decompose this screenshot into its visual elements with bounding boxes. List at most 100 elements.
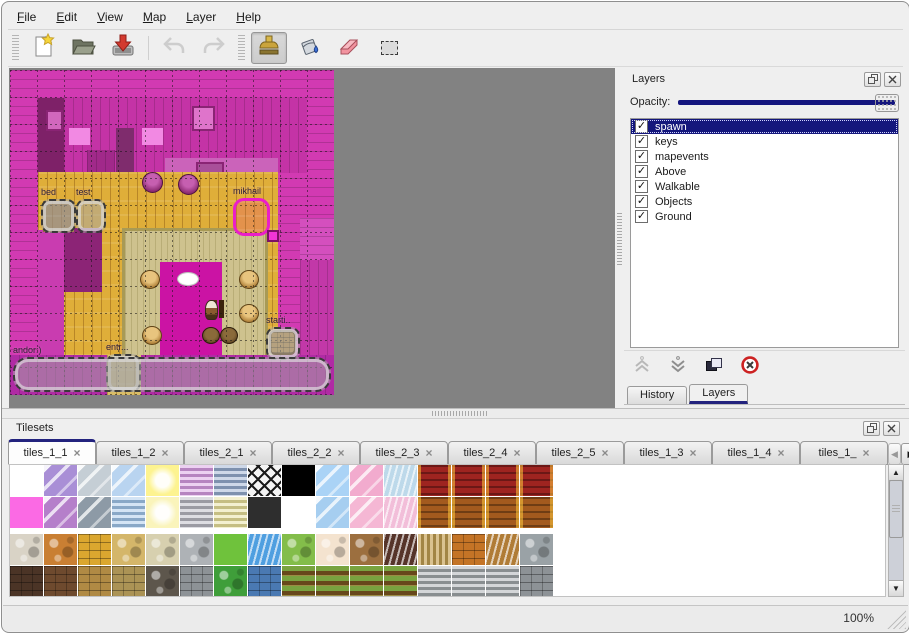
tileset-tab-tiles_1_4[interactable]: tiles_1_4× — [712, 441, 800, 465]
map-object-test[interactable] — [76, 199, 106, 233]
tileset-tile[interactable] — [520, 465, 553, 496]
tileset-tile[interactable] — [78, 534, 111, 565]
tileset-tile[interactable] — [180, 534, 213, 565]
menu-item-map[interactable]: Map — [134, 7, 175, 27]
layer-visibility-checkbox[interactable]: ✓ — [635, 150, 648, 163]
layer-row-Above[interactable]: ✓Above — [631, 164, 898, 179]
tab-scroll-left-button[interactable]: ◀ — [888, 443, 901, 465]
open-file-button[interactable] — [65, 32, 101, 64]
tileset-tile[interactable] — [10, 534, 43, 565]
layer-visibility-checkbox[interactable]: ✓ — [635, 135, 648, 148]
tileset-tile[interactable] — [146, 534, 179, 565]
tileset-tile[interactable] — [486, 566, 519, 597]
eraser-tool-button[interactable] — [331, 32, 367, 64]
tileset-tab-tiles_2_2[interactable]: tiles_2_2× — [272, 441, 360, 465]
close-panel-button[interactable] — [883, 421, 900, 436]
tileset-tile[interactable] — [78, 465, 111, 496]
bucket-fill-tool-button[interactable] — [291, 32, 327, 64]
tileset-tile[interactable] — [486, 497, 519, 528]
tileset-scrollbar[interactable]: ▲ ▼ — [888, 464, 904, 597]
menu-item-file[interactable]: File — [8, 7, 45, 27]
opacity-slider-handle[interactable] — [875, 94, 899, 112]
layer-visibility-checkbox[interactable]: ✓ — [635, 180, 648, 193]
delete-layer-button[interactable] — [740, 355, 760, 380]
tileset-tile[interactable] — [248, 566, 281, 597]
tileset-tile[interactable] — [452, 534, 485, 565]
dock-tab-layers[interactable]: Layers — [689, 384, 748, 404]
tab-close-icon[interactable]: × — [690, 446, 697, 460]
tileset-tile[interactable] — [350, 465, 383, 496]
object-resize-handle[interactable] — [267, 230, 279, 242]
tileset-tile[interactable] — [180, 497, 213, 528]
tileset-tile[interactable] — [44, 566, 77, 597]
tileset-tile[interactable] — [112, 534, 145, 565]
tab-close-icon[interactable]: × — [338, 446, 345, 460]
tileset-tile[interactable] — [282, 465, 315, 496]
dock-tab-history[interactable]: History — [627, 386, 687, 404]
tileset-tile[interactable] — [452, 497, 485, 528]
menu-item-help[interactable]: Help — [227, 7, 270, 27]
tab-close-icon[interactable]: × — [162, 446, 169, 460]
tileset-tile[interactable] — [520, 534, 553, 565]
tileset-tile[interactable] — [180, 465, 213, 496]
undo-button[interactable] — [156, 32, 192, 64]
tileset-tile[interactable] — [44, 497, 77, 528]
layer-visibility-checkbox[interactable]: ✓ — [635, 165, 648, 178]
close-panel-button[interactable] — [884, 72, 901, 87]
tileset-tile[interactable] — [282, 566, 315, 597]
layer-row-Walkable[interactable]: ✓Walkable — [631, 179, 898, 194]
save-file-button[interactable] — [105, 32, 141, 64]
tileset-tile[interactable] — [282, 497, 315, 528]
tileset-tile[interactable] — [10, 497, 43, 528]
menu-item-layer[interactable]: Layer — [177, 7, 225, 27]
scrollbar-thumb[interactable] — [889, 480, 903, 538]
tileset-tile[interactable] — [384, 465, 417, 496]
stamp-brush-tool-button[interactable] — [251, 32, 287, 64]
tileset-tile[interactable] — [520, 497, 553, 528]
raise-layer-button[interactable] — [632, 355, 652, 380]
layer-row-Objects[interactable]: ✓Objects — [631, 194, 898, 209]
tileset-tile[interactable] — [112, 497, 145, 528]
tileset-tile[interactable] — [350, 497, 383, 528]
tileset-tile[interactable] — [248, 497, 281, 528]
map-canvas[interactable]: bedtestmikhailstarti..entr...andor:) — [10, 70, 334, 395]
float-panel-button[interactable] — [863, 421, 880, 436]
scroll-down-button[interactable]: ▼ — [889, 580, 903, 596]
tileset-tab-tiles_2_5[interactable]: tiles_2_5× — [536, 441, 624, 465]
tileset-tile[interactable] — [78, 566, 111, 597]
new-file-button[interactable] — [25, 32, 61, 64]
scroll-up-button[interactable]: ▲ — [889, 465, 903, 481]
tileset-tile[interactable] — [418, 465, 451, 496]
tileset-tile[interactable] — [112, 465, 145, 496]
tileset-tile[interactable] — [78, 497, 111, 528]
tileset-tile[interactable] — [418, 534, 451, 565]
tileset-tab-tiles_1_[interactable]: tiles_1_× — [800, 441, 888, 465]
tab-close-icon[interactable]: × — [602, 446, 609, 460]
tileset-tile[interactable] — [452, 465, 485, 496]
menu-item-edit[interactable]: Edit — [47, 7, 86, 27]
layer-row-keys[interactable]: ✓keys — [631, 134, 898, 149]
opacity-slider[interactable] — [678, 94, 899, 110]
tileset-tile[interactable] — [146, 497, 179, 528]
toolbar-drag-handle[interactable] — [238, 35, 245, 61]
redo-button[interactable] — [196, 32, 232, 64]
tileset-tile[interactable] — [248, 534, 281, 565]
tab-scroll-right-button[interactable]: ▶ — [901, 443, 909, 465]
layer-row-mapevents[interactable]: ✓mapevents — [631, 149, 898, 164]
tileset-tab-tiles_2_1[interactable]: tiles_2_1× — [184, 441, 272, 465]
map-viewport[interactable]: bedtestmikhailstarti..entr...andor:) — [9, 68, 615, 408]
vertical-splitter[interactable] — [615, 68, 624, 408]
tileset-tile[interactable] — [214, 497, 247, 528]
menu-item-view[interactable]: View — [88, 7, 132, 27]
map-object-starti[interactable] — [266, 327, 300, 360]
duplicate-layer-button[interactable] — [704, 355, 724, 380]
tileset-tab-tiles_1_1[interactable]: tiles_1_1× — [8, 439, 96, 465]
float-panel-button[interactable] — [864, 72, 881, 87]
tileset-tile[interactable] — [384, 566, 417, 597]
tab-close-icon[interactable]: × — [862, 446, 869, 460]
rectangular-select-tool-button[interactable] — [371, 32, 407, 64]
tileset-tile[interactable] — [10, 465, 43, 496]
tileset-tab-tiles_2_3[interactable]: tiles_2_3× — [360, 441, 448, 465]
tileset-tile[interactable] — [350, 534, 383, 565]
tileset-tile[interactable] — [486, 465, 519, 496]
